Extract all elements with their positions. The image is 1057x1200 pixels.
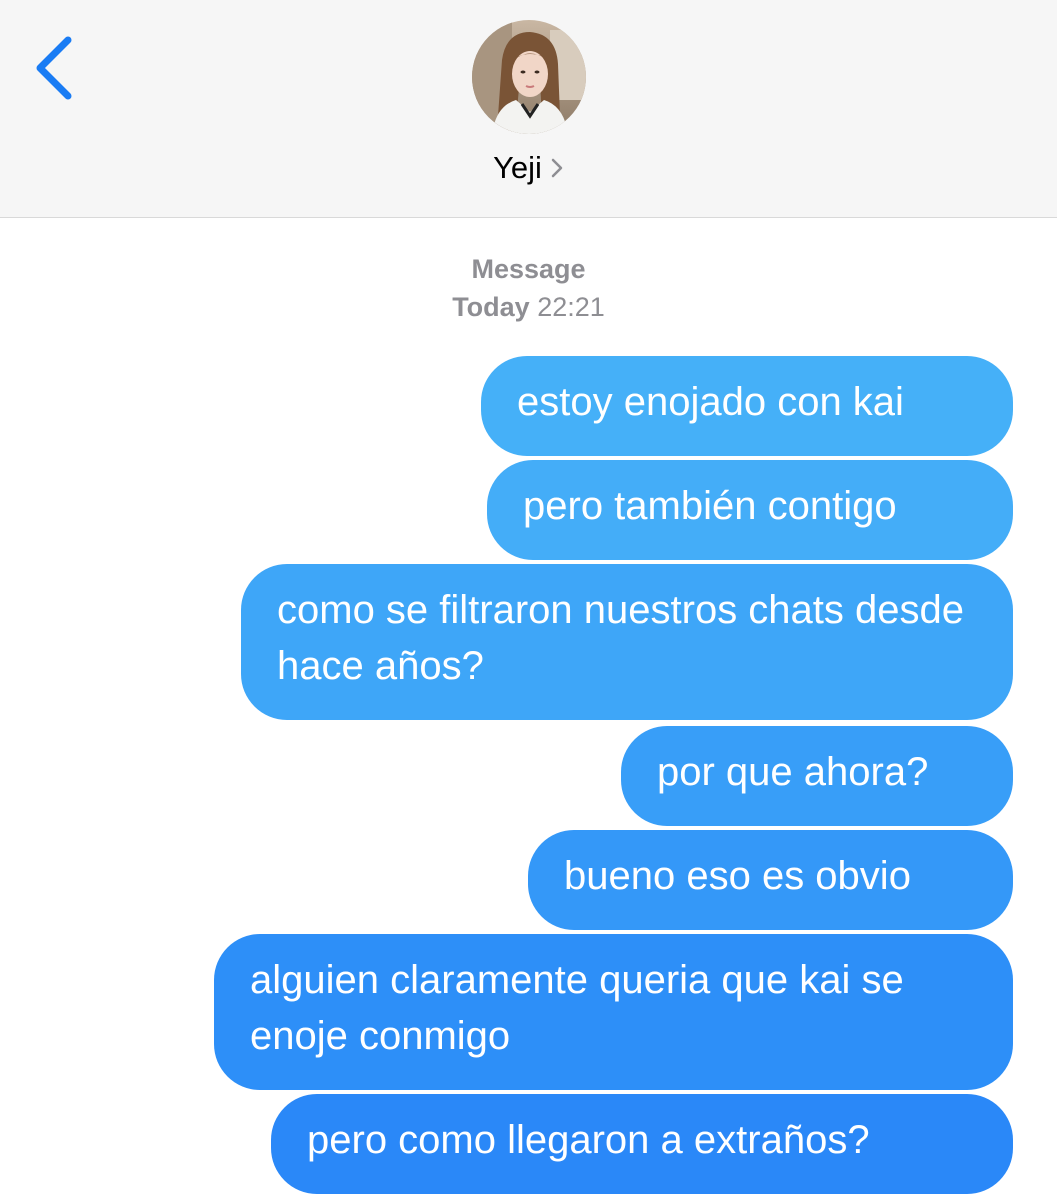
back-button[interactable] <box>28 30 84 106</box>
timestamp-time: 22:21 <box>537 292 605 322</box>
message-bubble[interactable]: como se filtraron nuestros chats desde h… <box>241 564 1013 720</box>
message-bubble[interactable]: por que ahora? <box>621 726 1013 826</box>
message-bubble[interactable]: pero también contigo <box>487 460 1013 560</box>
contact-info: Yeji <box>0 146 1057 190</box>
avatar[interactable] <box>472 20 586 134</box>
contact-details-button[interactable]: Yeji <box>493 146 564 190</box>
contact-name: Yeji <box>493 150 542 185</box>
message-bubble[interactable]: pero como llegaron a extraños? <box>271 1094 1013 1194</box>
message-bubble[interactable]: bueno eso es obvio <box>528 830 1013 930</box>
conversation-header: Yeji <box>0 0 1057 218</box>
message-bubble[interactable]: alguien claramente queria que kai se eno… <box>214 934 1013 1090</box>
message-bubble[interactable]: estoy enojado con kai <box>481 356 1013 456</box>
service-label: Message <box>471 254 586 284</box>
timestamp-day: Today <box>452 292 530 322</box>
chevron-right-icon <box>551 158 563 178</box>
conversation-meta: Message Today 22:21 <box>0 250 1057 326</box>
chevron-left-icon <box>36 36 72 100</box>
contact-photo <box>472 20 586 134</box>
timestamp: Today 22:21 <box>0 288 1057 326</box>
conversation-screen: Yeji Message Today 22:21 estoy enojado c… <box>0 0 1057 1200</box>
